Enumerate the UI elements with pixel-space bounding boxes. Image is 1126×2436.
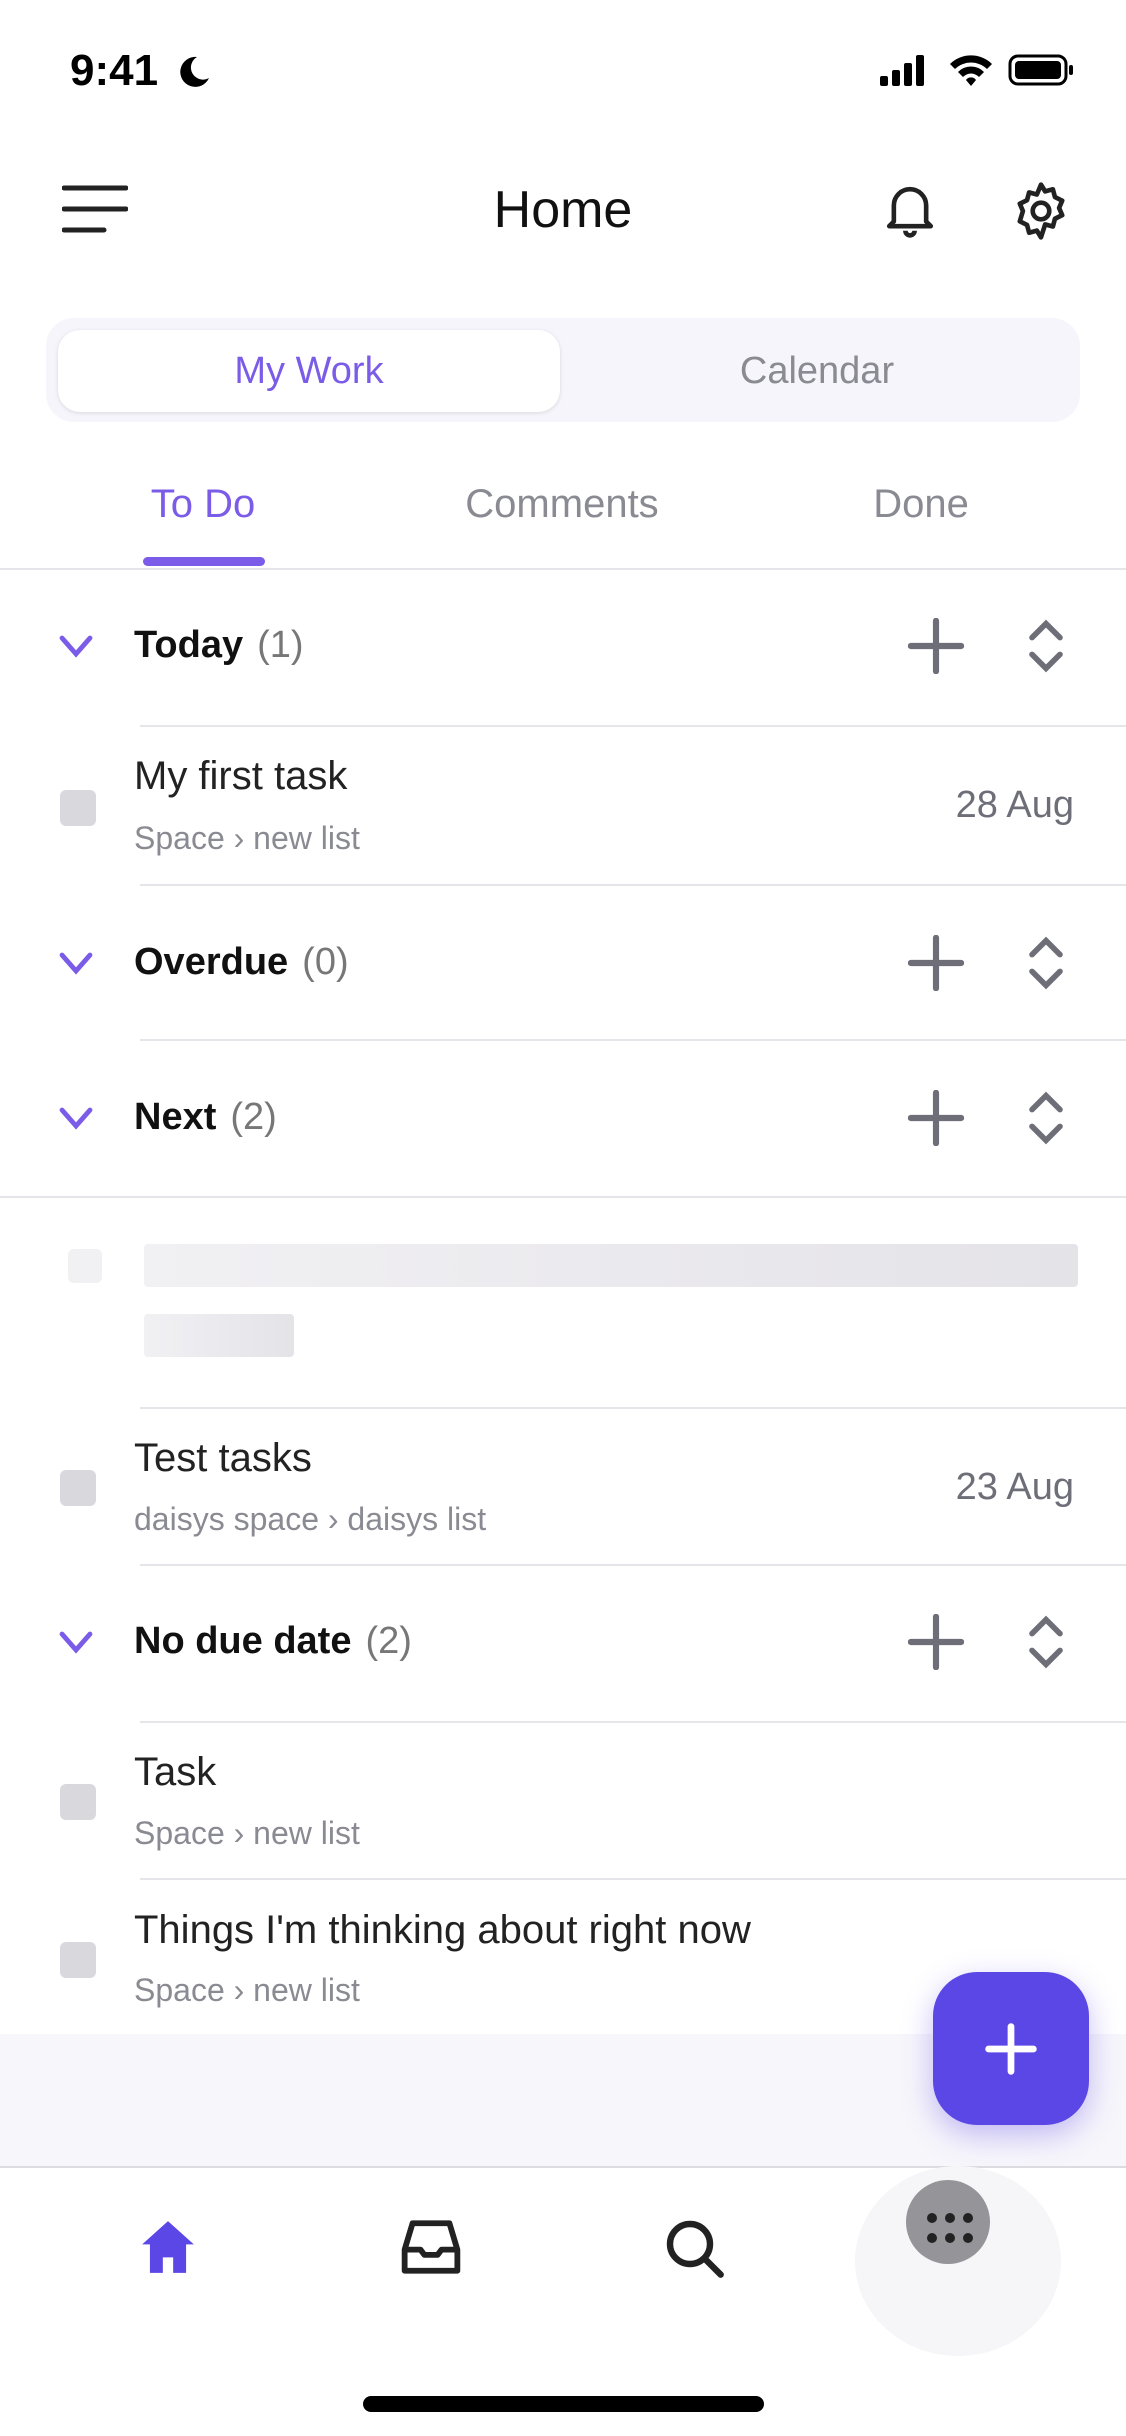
tab-to-do[interactable]: To Do — [53, 482, 353, 527]
task-space: Space — [134, 820, 225, 856]
apps-grid-icon — [927, 2213, 973, 2243]
task-list: new list — [253, 820, 360, 856]
divider — [140, 1878, 1126, 1880]
section-count: (0) — [302, 941, 349, 983]
divider — [0, 1196, 1126, 1198]
task-checkbox[interactable] — [60, 1784, 96, 1820]
task-checkbox[interactable] — [60, 1470, 96, 1506]
plus-icon[interactable] — [908, 1614, 964, 1670]
skeleton-checkbox — [68, 1249, 102, 1283]
tab-done[interactable]: Done — [771, 482, 1071, 527]
bell-icon[interactable] — [882, 180, 938, 240]
divider — [140, 1039, 1126, 1041]
task-list: new list — [253, 1972, 360, 2008]
task-breadcrumb: Space › new list — [134, 1972, 360, 2008]
inbox-icon[interactable] — [398, 2218, 464, 2276]
segment-calendar[interactable]: Calendar — [566, 330, 1068, 412]
page-title: Home — [493, 181, 633, 239]
divider — [140, 1721, 1126, 1723]
task-breadcrumb: daisys space › daisys list — [134, 1501, 487, 1537]
divider — [140, 884, 1126, 886]
task-space: Space — [134, 1815, 225, 1851]
search-icon[interactable] — [662, 2216, 726, 2280]
status-icons — [880, 54, 1073, 86]
apps-button[interactable] — [906, 2180, 990, 2264]
task-title[interactable]: Test tasks — [134, 1436, 312, 1481]
section-count: (1) — [257, 624, 304, 666]
gear-icon[interactable] — [1010, 180, 1072, 242]
task-due-date: 23 Aug — [955, 1466, 1074, 1508]
plus-icon[interactable] — [908, 1090, 964, 1146]
task-checkbox[interactable] — [60, 1942, 96, 1978]
chevron-down-icon[interactable] — [56, 943, 96, 983]
home-indicator — [363, 2396, 764, 2412]
task-title[interactable]: My first task — [134, 754, 347, 799]
task-space: daisys space — [134, 1501, 319, 1537]
moon-icon — [180, 56, 209, 87]
divider — [140, 725, 1126, 727]
tab-indicator — [143, 557, 265, 566]
plus-icon[interactable] — [908, 935, 964, 991]
divider — [140, 1564, 1126, 1566]
section-header-overdue: Overdue (0) — [134, 941, 349, 984]
tab-comments[interactable]: Comments — [412, 482, 712, 527]
section-title: No due date — [134, 1620, 352, 1662]
segment-my-work[interactable]: My Work — [58, 330, 560, 412]
task-list: daisys list — [347, 1501, 487, 1537]
plus-icon[interactable] — [908, 618, 964, 674]
task-breadcrumb: Space › new list — [134, 820, 360, 856]
task-title[interactable]: Task — [134, 1750, 216, 1795]
section-title: Overdue — [134, 941, 289, 983]
section-count: (2) — [365, 1620, 412, 1662]
expand-collapse-icon[interactable] — [1026, 935, 1066, 991]
task-due-date: 28 Aug — [955, 784, 1074, 826]
section-header-today: Today (1) — [134, 624, 304, 667]
home-icon[interactable] — [136, 2216, 200, 2278]
task-breadcrumb: Space › new list — [134, 1815, 360, 1851]
chevron-down-icon[interactable] — [56, 1622, 96, 1662]
task-list: new list — [253, 1815, 360, 1851]
skeleton-subtitle — [144, 1314, 294, 1357]
plus-icon — [985, 2023, 1037, 2075]
divider — [0, 568, 1126, 570]
divider — [140, 1407, 1126, 1409]
skeleton-title — [144, 1244, 1078, 1287]
section-header-no-due-date: No due date (2) — [134, 1620, 412, 1663]
expand-collapse-icon[interactable] — [1026, 618, 1066, 674]
section-title: Today — [134, 624, 244, 666]
chevron-down-icon[interactable] — [56, 1098, 96, 1138]
expand-collapse-icon[interactable] — [1026, 1614, 1066, 1670]
expand-collapse-icon[interactable] — [1026, 1090, 1066, 1146]
task-space: Space — [134, 1972, 225, 2008]
status-time: 9:41 — [70, 46, 159, 95]
section-header-next: Next (2) — [134, 1096, 277, 1139]
section-count: (2) — [230, 1096, 277, 1138]
task-title[interactable]: Things I'm thinking about right now — [134, 1908, 751, 1953]
section-title: Next — [134, 1096, 217, 1138]
task-checkbox[interactable] — [60, 790, 96, 826]
chevron-down-icon[interactable] — [56, 626, 96, 666]
add-task-button[interactable] — [933, 1972, 1089, 2125]
